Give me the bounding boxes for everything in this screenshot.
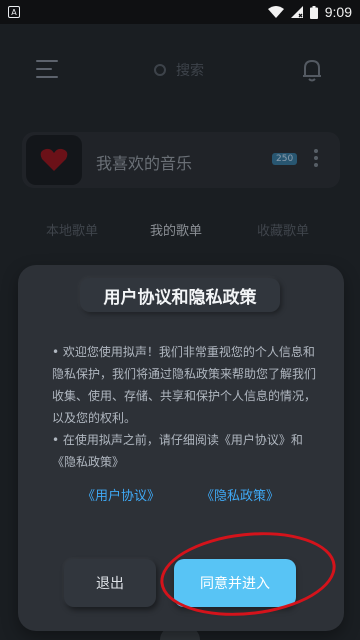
wifi-icon [267,6,284,18]
battery-icon [309,5,318,19]
agree-button-label: 同意并进入 [200,576,270,592]
clock: 9:09 [324,4,352,20]
notification-icon: A [8,6,20,18]
dialog-body-scroll[interactable]: • 欢迎您使用拟声！我们非常重视您的个人信息和隐私保护，我们将通过隐私政策来帮助… [52,341,326,471]
privacy-dialog: 用户协议和隐私政策 • 欢迎您使用拟声！我们非常重视您的个人信息和隐私保护，我们… [18,265,344,631]
policy-links: 《用户协议》 《隐私政策》 [18,485,344,507]
dialog-paragraph: • 在使用拟声之前，请仔细阅读《用户协议》和《隐私政策》 [52,433,303,469]
exit-button-label: 退出 [96,576,124,592]
status-bar: A 9:09 [0,0,360,24]
dialog-paragraph: • 欢迎您使用拟声！我们非常重视您的个人信息和隐私保护，我们将通过隐私政策来帮助… [52,345,317,425]
dialog-title-panel: 用户协议和隐私政策 [80,278,280,312]
dialog-title: 用户协议和隐私政策 [103,287,257,308]
privacy-policy-link[interactable]: 《隐私政策》 [201,485,279,504]
user-agreement-link[interactable]: 《用户协议》 [82,485,160,504]
exit-button[interactable]: 退出 [64,559,156,607]
agree-and-enter-button[interactable]: 同意并进入 [174,559,296,607]
cellular-signal-icon [290,6,303,18]
